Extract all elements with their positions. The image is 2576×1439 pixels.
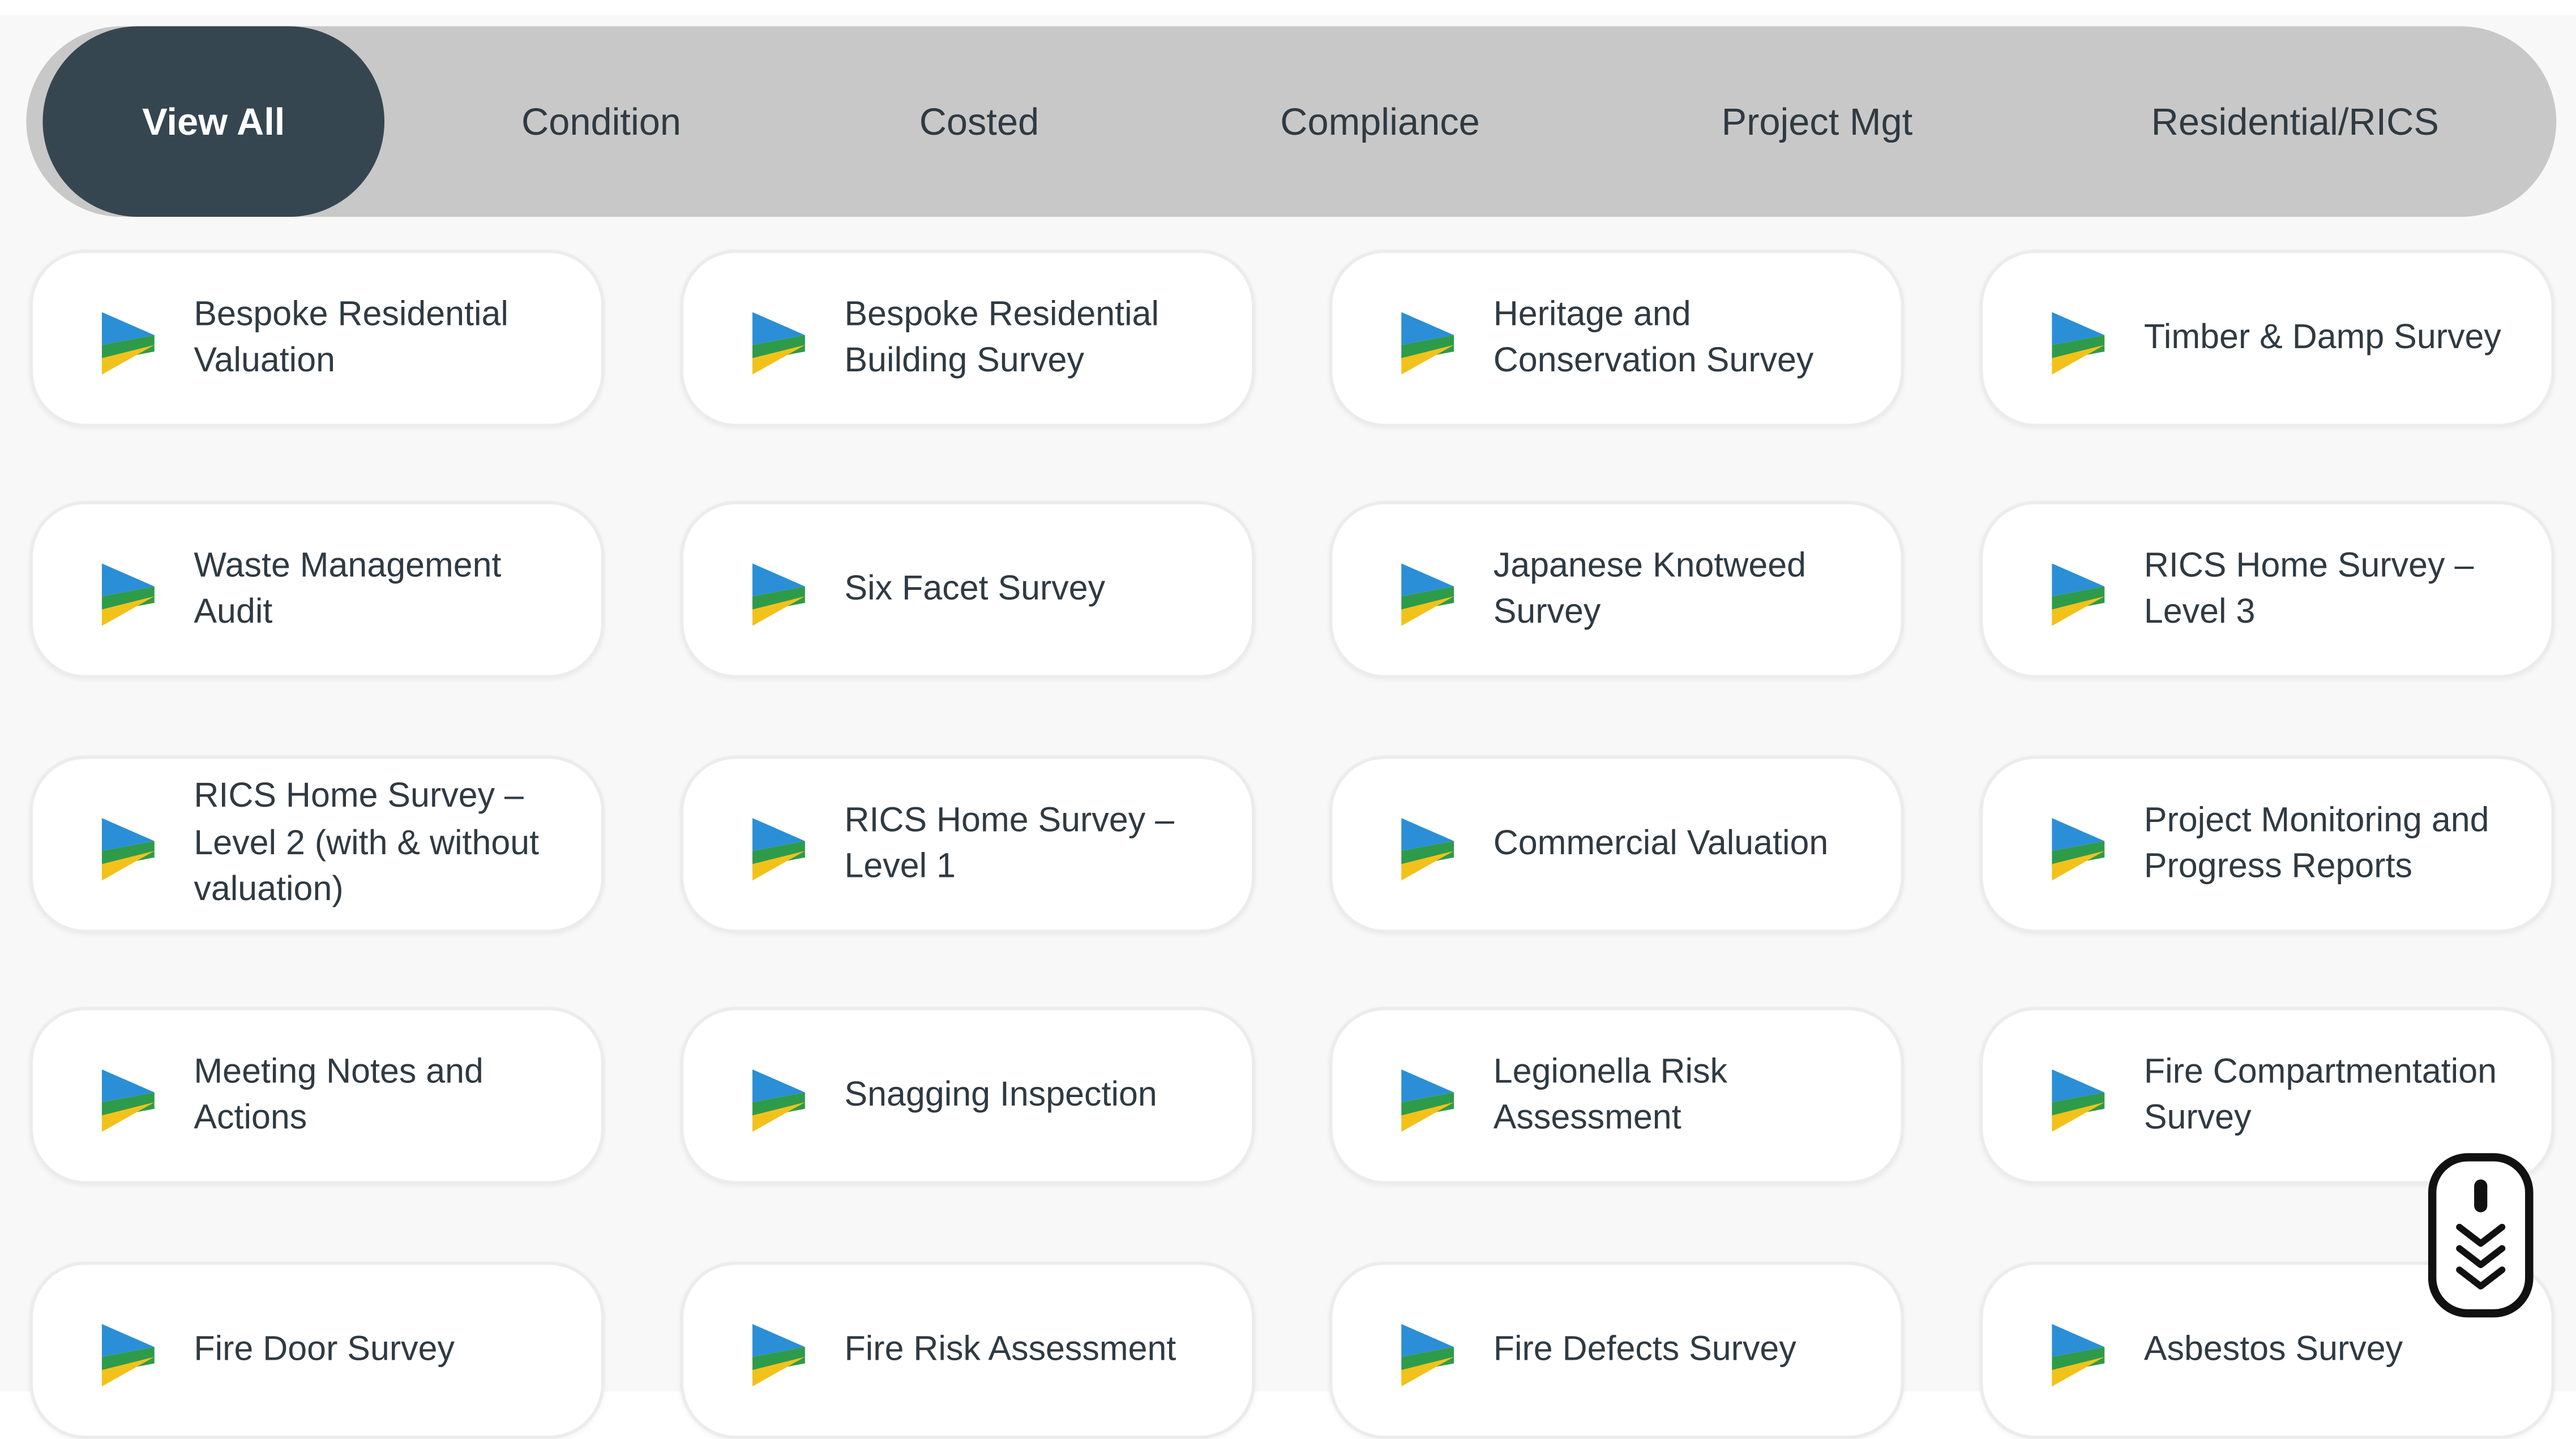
survey-card-label: Project Monitoring and Progress Reports bbox=[2143, 800, 2489, 886]
survey-chevron-icon bbox=[2052, 1324, 2105, 1387]
survey-card-label: Legionella Risk Assessment bbox=[1493, 1052, 1728, 1137]
survey-card[interactable]: Fire Risk Assessment bbox=[680, 1261, 1255, 1439]
survey-chevron-icon bbox=[2052, 563, 2105, 626]
survey-chevron-icon bbox=[752, 1324, 805, 1387]
survey-chevron-icon bbox=[1401, 1324, 1454, 1387]
survey-card-label: Meeting Notes and Actions bbox=[194, 1052, 483, 1137]
survey-chevron-icon bbox=[752, 818, 805, 881]
survey-card[interactable]: Bespoke Residential Valuation bbox=[29, 250, 605, 427]
survey-card[interactable]: Legionella Risk Assessment bbox=[1329, 1007, 1905, 1185]
survey-card-label: Waste Management Audit bbox=[194, 546, 502, 631]
survey-chevron-icon bbox=[1401, 818, 1454, 881]
survey-card-label: Heritage and Conservation Survey bbox=[1493, 294, 1814, 380]
survey-card-label: Fire Defects Survey bbox=[1493, 1330, 1796, 1368]
survey-card[interactable]: Heritage and Conservation Survey bbox=[1329, 250, 1905, 427]
survey-card[interactable]: Project Monitoring and Progress Reports bbox=[1979, 755, 2555, 933]
survey-card-label: Fire Risk Assessment bbox=[844, 1330, 1176, 1368]
survey-chevron-icon bbox=[101, 818, 155, 881]
survey-chevron-icon bbox=[101, 563, 155, 626]
survey-chevron-icon bbox=[1401, 312, 1454, 375]
filter-tab-bar: View All Condition Costed Compliance Pro… bbox=[26, 26, 2557, 217]
survey-chevron-icon bbox=[2052, 1069, 2105, 1132]
survey-card-label: Six Facet Survey bbox=[844, 569, 1106, 607]
survey-card[interactable]: RICS Home Survey – Level 3 bbox=[1979, 501, 2555, 679]
survey-card[interactable]: RICS Home Survey – Level 2 (with & witho… bbox=[29, 755, 605, 933]
survey-chevron-icon bbox=[2052, 312, 2105, 375]
survey-card[interactable]: Snagging Inspection bbox=[680, 1007, 1255, 1185]
tab-view-all[interactable]: View All bbox=[42, 26, 385, 217]
survey-card-label: RICS Home Survey – Level 2 (with & witho… bbox=[194, 777, 540, 909]
tab-project-mgt[interactable]: Project Mgt bbox=[1636, 26, 1997, 217]
survey-card[interactable]: Japanese Knotweed Survey bbox=[1329, 501, 1905, 679]
survey-card[interactable]: Bespoke Residential Building Survey bbox=[680, 250, 1255, 427]
survey-chevron-icon bbox=[101, 1069, 155, 1132]
tab-condition[interactable]: Condition bbox=[429, 26, 773, 217]
survey-card-label: Commercial Valuation bbox=[1493, 824, 1829, 862]
survey-chevron-icon bbox=[2052, 818, 2105, 881]
survey-card[interactable]: Fire Door Survey bbox=[29, 1261, 605, 1439]
survey-card[interactable]: Six Facet Survey bbox=[680, 501, 1255, 679]
page: View All Condition Costed Compliance Pro… bbox=[0, 0, 2576, 1439]
scroll-down-indicator[interactable] bbox=[2428, 1153, 2534, 1318]
survey-card-label: RICS Home Survey – Level 1 bbox=[844, 800, 1175, 886]
survey-chevron-icon bbox=[1401, 563, 1454, 626]
survey-card-label: Bespoke Residential Valuation bbox=[194, 294, 508, 380]
survey-card[interactable]: RICS Home Survey – Level 1 bbox=[680, 755, 1255, 933]
tab-compliance[interactable]: Compliance bbox=[1199, 26, 1560, 217]
survey-chevron-icon bbox=[101, 1324, 155, 1387]
scroll-down-icon bbox=[2456, 1179, 2506, 1290]
survey-card-label: RICS Home Survey – Level 3 bbox=[2143, 546, 2474, 631]
survey-chevron-icon bbox=[752, 563, 805, 626]
survey-card[interactable]: Meeting Notes and Actions bbox=[29, 1007, 605, 1185]
survey-card-label: Bespoke Residential Building Survey bbox=[844, 294, 1159, 380]
survey-card-label: Fire Door Survey bbox=[194, 1330, 455, 1368]
tab-residential-rics[interactable]: Residential/RICS bbox=[2096, 26, 2494, 217]
survey-chevron-icon bbox=[752, 312, 805, 375]
survey-chevron-icon bbox=[752, 1069, 805, 1132]
survey-card[interactable]: Waste Management Audit bbox=[29, 501, 605, 679]
survey-card[interactable]: Fire Defects Survey bbox=[1329, 1261, 1905, 1439]
survey-card-label: Japanese Knotweed Survey bbox=[1493, 546, 1806, 631]
survey-chevron-icon bbox=[101, 312, 155, 375]
survey-chevron-icon bbox=[1401, 1069, 1454, 1132]
survey-card-label: Snagging Inspection bbox=[844, 1075, 1157, 1113]
survey-card[interactable]: Timber & Damp Survey bbox=[1979, 250, 2555, 427]
survey-card-label: Timber & Damp Survey bbox=[2143, 318, 2501, 356]
tab-costed[interactable]: Costed bbox=[815, 26, 1143, 217]
top-strip bbox=[0, 0, 2576, 15]
survey-card[interactable]: Commercial Valuation bbox=[1329, 755, 1905, 933]
